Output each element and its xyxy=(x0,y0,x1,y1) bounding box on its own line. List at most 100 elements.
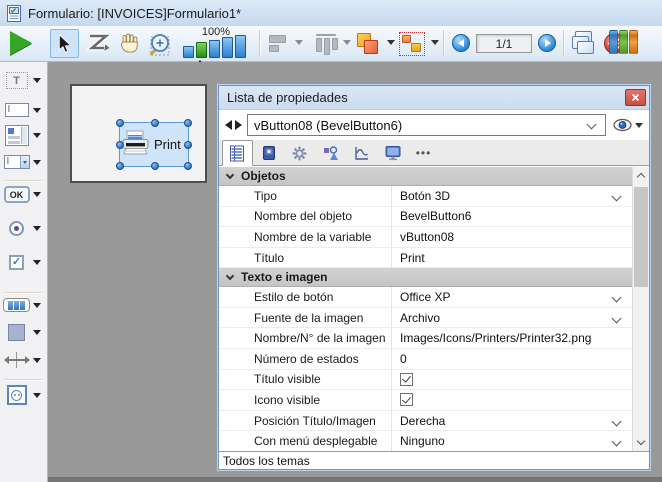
rectangle-tool[interactable] xyxy=(0,324,48,341)
selection-handle-nw[interactable] xyxy=(116,119,124,127)
chevron-down-icon[interactable] xyxy=(611,292,622,303)
property-value[interactable]: Print xyxy=(400,251,425,265)
tab-property-list[interactable] xyxy=(222,140,253,166)
selection-handle-e[interactable] xyxy=(184,141,192,149)
chevron-down-icon[interactable] xyxy=(33,226,41,231)
pan-tool-button[interactable] xyxy=(118,32,141,55)
explorer-button[interactable] xyxy=(609,30,638,54)
selection-handle-n[interactable] xyxy=(151,119,159,127)
selection-handle-ne[interactable] xyxy=(184,119,192,127)
align-button[interactable] xyxy=(267,34,293,54)
property-value[interactable]: BevelButton6 xyxy=(400,209,471,223)
level-objects-button[interactable] xyxy=(355,31,381,57)
tab-events[interactable] xyxy=(284,141,315,165)
property-row-nombre-variable[interactable]: Nombre de la variable vButton08 xyxy=(219,227,632,248)
tab-book[interactable] xyxy=(253,141,284,165)
chevron-down-icon[interactable] xyxy=(33,260,41,265)
checkbox-checked[interactable] xyxy=(400,393,413,407)
distribute-dropdown[interactable] xyxy=(343,40,351,45)
chevron-down-icon[interactable] xyxy=(33,107,41,113)
chevron-down-icon[interactable] xyxy=(33,192,41,197)
entry-order-tool-button[interactable] xyxy=(87,32,111,54)
chevron-down-icon[interactable] xyxy=(33,392,41,398)
selection-handle-sw[interactable] xyxy=(116,162,124,170)
section-header-objetos[interactable]: Objetos xyxy=(219,167,632,186)
chevron-down-icon[interactable] xyxy=(33,330,41,335)
section-header-texto-imagen[interactable]: Texto e imagen xyxy=(219,268,632,288)
plugin-area-tool[interactable] xyxy=(0,385,48,405)
radio-button-tool[interactable] xyxy=(0,221,48,236)
tab-more[interactable]: ••• xyxy=(408,141,439,165)
object-selector[interactable]: vButton08 (BevelButton6) xyxy=(247,114,606,136)
zoom-level-control[interactable]: 100% xyxy=(181,27,251,64)
previous-object-icon[interactable] xyxy=(225,120,232,130)
property-scrollbar[interactable] xyxy=(632,167,649,451)
zoom-bar-50[interactable] xyxy=(183,46,194,58)
property-value[interactable]: Derecha xyxy=(400,414,445,428)
form-page-area[interactable]: Print xyxy=(70,84,207,183)
selection-handle-s[interactable] xyxy=(151,162,159,170)
property-value[interactable]: Ninguno xyxy=(400,434,445,448)
zoom-tool-button[interactable] xyxy=(148,31,174,57)
property-value[interactable]: Archivo xyxy=(400,311,440,325)
zoom-bar-400[interactable] xyxy=(222,37,233,58)
selected-bevel-button[interactable]: Print xyxy=(116,119,192,170)
property-row-tipo[interactable]: Tipo Botón 3D xyxy=(219,186,632,207)
chevron-down-icon[interactable] xyxy=(33,78,41,83)
property-row-titulo[interactable]: Título Print xyxy=(219,247,632,269)
property-window-titlebar[interactable]: Lista de propiedades xyxy=(219,86,649,110)
property-row-fuente-imagen[interactable]: Fuente de la imagen Archivo xyxy=(219,307,632,329)
chevron-down-icon[interactable] xyxy=(33,357,41,363)
tab-display[interactable] xyxy=(377,141,408,165)
selection-handle-w[interactable] xyxy=(116,141,124,149)
property-row-titulo-visible[interactable]: Título visible xyxy=(219,369,632,391)
scrollbar-thumb[interactable] xyxy=(634,187,648,287)
property-row-con-menu-desplegable[interactable]: Con menú desplegable Ninguno xyxy=(219,431,632,451)
input-tool[interactable]: I xyxy=(0,103,48,117)
property-row-posicion-titulo-imagen[interactable]: Posición Título/Imagen Derecha xyxy=(219,410,632,432)
property-value[interactable]: Images/Icons/Printers/Printer32.png xyxy=(400,331,591,345)
window-titlebar[interactable]: Formulario: [INVOICES]Formulario1* xyxy=(0,0,662,26)
property-value[interactable]: Office XP xyxy=(400,290,450,304)
scroll-up-icon[interactable] xyxy=(633,167,649,184)
zoom-bars[interactable] xyxy=(183,35,246,58)
chevron-down-icon[interactable] xyxy=(33,302,41,308)
property-value[interactable]: 0 xyxy=(400,352,407,366)
align-dropdown[interactable] xyxy=(295,40,303,45)
property-row-estilo-boton[interactable]: Estilo de botón Office XP xyxy=(219,287,632,308)
chevron-down-icon[interactable] xyxy=(611,191,622,202)
chevron-down-icon[interactable] xyxy=(33,133,41,138)
display-pages-button[interactable] xyxy=(570,31,596,55)
tab-shapes[interactable] xyxy=(315,141,346,165)
button-tool[interactable]: OK xyxy=(0,186,48,203)
scroll-down-icon[interactable] xyxy=(633,434,649,451)
combo-box-tool[interactable]: I xyxy=(0,155,48,169)
close-button[interactable] xyxy=(625,89,646,106)
visibility-options-button[interactable] xyxy=(613,118,643,132)
group-objects-button[interactable] xyxy=(399,32,425,56)
property-row-numero-estados[interactable]: Número de estados 0 xyxy=(219,349,632,370)
text-tool[interactable]: T xyxy=(0,72,48,89)
selection-handle-se[interactable] xyxy=(184,162,192,170)
zoom-bar-800[interactable] xyxy=(235,35,246,58)
zoom-bar-200[interactable] xyxy=(209,40,220,58)
check-box-tool[interactable]: ✓ xyxy=(0,255,48,270)
next-object-icon[interactable] xyxy=(235,120,242,130)
execute-form-button[interactable] xyxy=(10,31,32,55)
property-row-nombre-objeto[interactable]: Nombre del objeto BevelButton6 xyxy=(219,206,632,228)
zoom-bar-100-active[interactable] xyxy=(196,42,207,58)
chevron-down-icon[interactable] xyxy=(33,159,41,165)
property-row-icono-visible[interactable]: Icono visible xyxy=(219,390,632,411)
list-box-tool[interactable] xyxy=(0,125,48,146)
tab-chart[interactable] xyxy=(346,141,377,165)
group-dropdown[interactable] xyxy=(431,40,439,45)
property-row-nombre-imagen[interactable]: Nombre/N° de la imagen Images/Icons/Prin… xyxy=(219,328,632,350)
chevron-down-icon[interactable] xyxy=(611,436,622,447)
level-dropdown[interactable] xyxy=(387,40,395,45)
select-tool-button[interactable] xyxy=(50,29,79,58)
property-value[interactable]: vButton08 xyxy=(400,230,454,244)
next-page-button[interactable] xyxy=(538,34,556,52)
chevron-down-icon[interactable] xyxy=(611,416,622,427)
splitter-tool[interactable] xyxy=(0,352,48,368)
button-grid-tool[interactable] xyxy=(0,298,48,312)
